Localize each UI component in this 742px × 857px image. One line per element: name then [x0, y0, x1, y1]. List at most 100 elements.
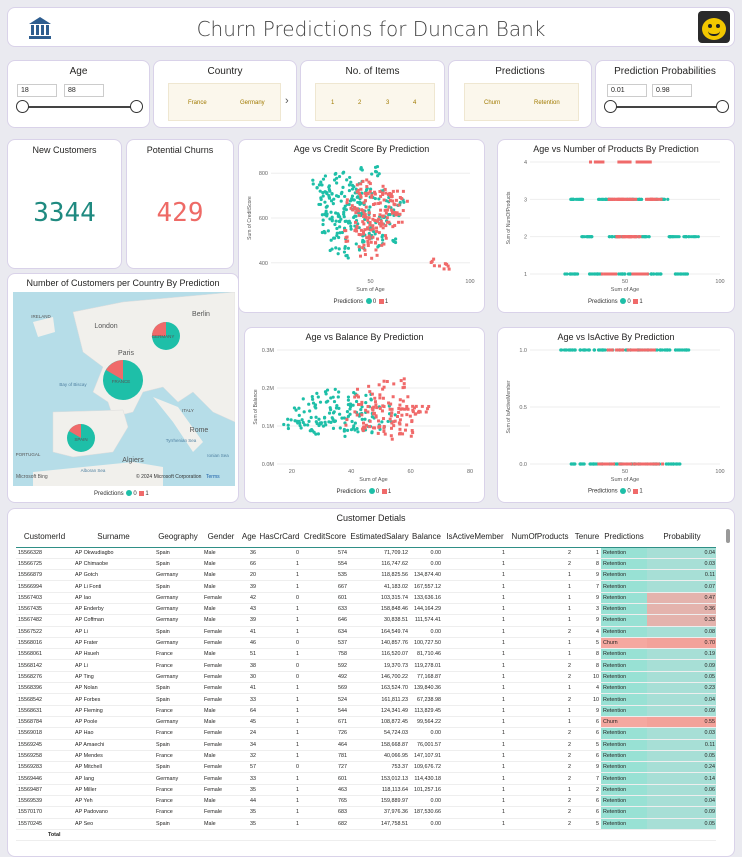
- data-point-series-1[interactable]: [382, 429, 386, 433]
- data-point-series-0[interactable]: [582, 348, 586, 352]
- data-point-series-0[interactable]: [319, 197, 323, 202]
- data-point-series-1[interactable]: [384, 236, 388, 240]
- data-point-series-0[interactable]: [337, 390, 341, 394]
- data-point-series-1[interactable]: [405, 423, 409, 427]
- data-point-series-1[interactable]: [363, 248, 367, 252]
- data-point-series-0[interactable]: [311, 397, 315, 401]
- data-point-series-1[interactable]: [589, 160, 593, 164]
- data-point-series-0[interactable]: [338, 412, 342, 416]
- data-point-series-0[interactable]: [311, 178, 315, 182]
- data-point-series-0[interactable]: [673, 235, 677, 239]
- europe-map[interactable]: IRELAND London Berlin Paris Bay of Biscay FRA…: [13, 292, 235, 486]
- data-point-series-0[interactable]: [354, 242, 358, 246]
- table-row[interactable]: 15566725 AP Chimaobe Spain Male 66 1 554 116,74…: [16, 558, 716, 571]
- table-row[interactable]: 15566994 AP Li Fonti Spain Male 39 1 667 41,183…: [16, 580, 716, 593]
- data-point-series-1[interactable]: [371, 406, 375, 410]
- data-point-series-1[interactable]: [391, 189, 395, 193]
- data-point-series-0[interactable]: [370, 172, 374, 176]
- data-point-series-1[interactable]: [366, 244, 370, 248]
- data-point-series-1[interactable]: [446, 264, 450, 268]
- data-point-series-1[interactable]: [386, 192, 390, 196]
- data-point-series-0[interactable]: [348, 221, 352, 225]
- data-point-series-0[interactable]: [334, 219, 338, 223]
- data-point-series-1[interactable]: [372, 214, 376, 218]
- data-point-series-1[interactable]: [361, 179, 365, 183]
- data-point-series-0[interactable]: [352, 185, 356, 189]
- data-point-series-1[interactable]: [371, 235, 375, 239]
- column-header[interactable]: Surname: [73, 527, 154, 548]
- data-point-series-0[interactable]: [306, 423, 310, 427]
- data-point-series-0[interactable]: [352, 215, 356, 220]
- data-point-series-1[interactable]: [356, 387, 360, 391]
- data-point-series-1[interactable]: [368, 223, 372, 227]
- data-point-series-1[interactable]: [632, 462, 636, 466]
- data-point-series-1[interactable]: [398, 403, 402, 407]
- country-option-france[interactable]: France: [188, 100, 207, 106]
- data-point-series-1[interactable]: [424, 410, 428, 414]
- data-point-series-1[interactable]: [364, 215, 368, 219]
- data-point-series-0[interactable]: [294, 408, 298, 412]
- data-point-series-0[interactable]: [301, 420, 305, 425]
- data-point-series-1[interactable]: [401, 399, 405, 403]
- data-point-series-0[interactable]: [620, 272, 624, 276]
- data-point-series-0[interactable]: [345, 178, 349, 182]
- table-row[interactable]: 15568276 AP Ting Germany Female 30 0 492 146,70…: [16, 671, 716, 684]
- data-point-series-0[interactable]: [337, 174, 342, 179]
- data-point-series-1[interactable]: [387, 205, 391, 209]
- data-point-series-0[interactable]: [328, 248, 332, 253]
- data-point-series-1[interactable]: [345, 418, 349, 422]
- data-point-series-1[interactable]: [377, 419, 381, 423]
- data-point-series-0[interactable]: [377, 172, 381, 176]
- data-point-series-0[interactable]: [346, 395, 351, 399]
- data-point-series-0[interactable]: [685, 272, 690, 276]
- data-point-series-1[interactable]: [633, 235, 637, 239]
- data-point-series-0[interactable]: [318, 189, 322, 193]
- data-point-series-0[interactable]: [574, 197, 578, 201]
- data-point-series-1[interactable]: [394, 198, 398, 202]
- age-slider-max-handle[interactable]: [130, 100, 143, 113]
- data-point-series-1[interactable]: [380, 243, 384, 247]
- data-point-series-1[interactable]: [366, 227, 370, 231]
- data-point-series-1[interactable]: [620, 197, 624, 201]
- data-point-series-1[interactable]: [375, 219, 379, 223]
- data-point-series-1[interactable]: [353, 395, 357, 399]
- data-point-series-0[interactable]: [589, 462, 593, 466]
- data-point-series-1[interactable]: [344, 423, 348, 427]
- data-point-series-0[interactable]: [332, 410, 336, 414]
- data-point-series-1[interactable]: [636, 160, 640, 164]
- data-point-series-0[interactable]: [610, 235, 615, 239]
- data-point-series-1[interactable]: [619, 160, 623, 164]
- data-point-series-1[interactable]: [622, 235, 626, 239]
- data-point-series-0[interactable]: [402, 200, 406, 204]
- data-point-series-1[interactable]: [418, 410, 422, 414]
- data-point-series-1[interactable]: [353, 410, 357, 414]
- column-header[interactable]: Predictions: [601, 527, 647, 548]
- data-point-series-0[interactable]: [343, 434, 347, 438]
- data-point-series-1[interactable]: [408, 414, 412, 418]
- data-point-series-0[interactable]: [318, 421, 322, 425]
- data-point-series-1[interactable]: [398, 418, 402, 422]
- data-point-series-1[interactable]: [383, 432, 387, 436]
- data-point-series-0[interactable]: [346, 246, 351, 250]
- data-point-series-1[interactable]: [378, 393, 382, 397]
- data-point-series-1[interactable]: [354, 220, 358, 224]
- data-point-series-1[interactable]: [384, 224, 388, 228]
- data-point-series-1[interactable]: [378, 201, 382, 205]
- data-point-series-0[interactable]: [317, 417, 321, 421]
- data-point-series-0[interactable]: [348, 175, 352, 180]
- data-point-series-1[interactable]: [360, 400, 364, 404]
- data-point-series-1[interactable]: [599, 462, 603, 466]
- data-point-series-0[interactable]: [323, 212, 327, 216]
- data-point-series-0[interactable]: [687, 348, 691, 352]
- data-point-series-0[interactable]: [596, 272, 600, 276]
- data-point-series-1[interactable]: [383, 187, 387, 191]
- data-point-series-1[interactable]: [630, 235, 634, 239]
- data-point-series-0[interactable]: [322, 415, 327, 419]
- data-point-series-0[interactable]: [321, 177, 326, 181]
- data-point-series-0[interactable]: [321, 222, 325, 227]
- data-point-series-0[interactable]: [678, 462, 682, 466]
- data-point-series-1[interactable]: [359, 228, 363, 232]
- data-point-series-1[interactable]: [372, 203, 376, 207]
- data-point-series-1[interactable]: [367, 216, 371, 220]
- data-point-series-0[interactable]: [575, 272, 580, 276]
